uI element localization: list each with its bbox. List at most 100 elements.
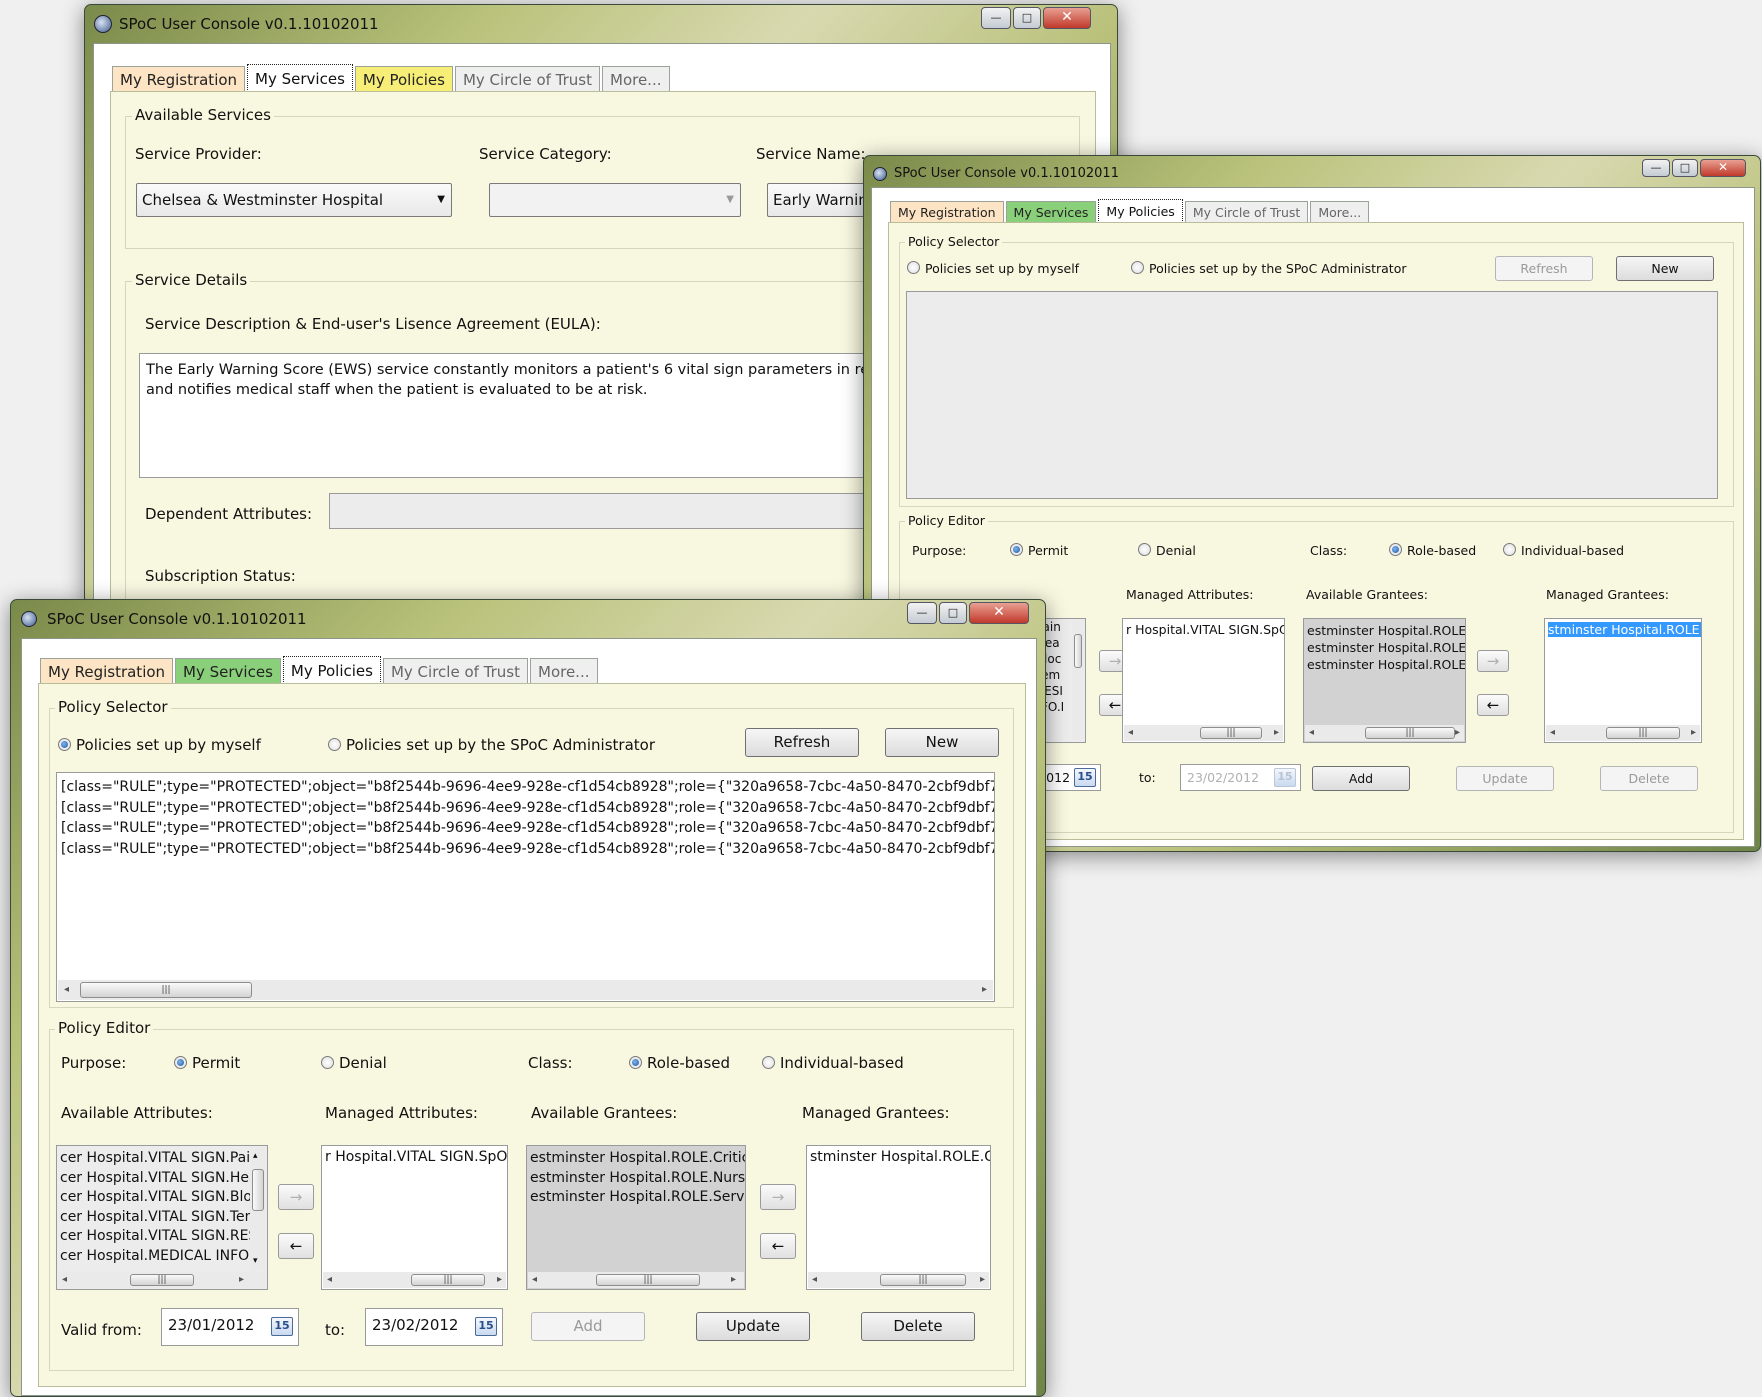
available-attributes-list[interactable]: cer Hospital.VITAL SIGN.Pain cer Hospita… bbox=[56, 1145, 268, 1290]
calendar-icon[interactable]: 15 bbox=[271, 1317, 293, 1336]
scroll-thumb[interactable]: ||| bbox=[80, 982, 252, 998]
list-item[interactable]: cer Hospital.VITAL SIGN.Pain bbox=[60, 1149, 264, 1169]
valid-to-date-field[interactable]: 23/02/2012 15 bbox=[1180, 764, 1301, 791]
remove-attribute-arrow-button[interactable]: ← bbox=[278, 1233, 314, 1259]
available-grantees-list[interactable]: estminster Hospital.ROLE.Critical estmin… bbox=[526, 1145, 746, 1290]
scroll-thumb[interactable]: ||| bbox=[411, 1274, 485, 1286]
scrollbar[interactable]: ◂ ||| ▸ bbox=[58, 980, 993, 1000]
radio-policies-admin[interactable]: Policies set up by the SPoC Administrato… bbox=[1131, 261, 1407, 276]
scroll-right-icon[interactable]: ▸ bbox=[1274, 725, 1279, 741]
scroll-right-icon[interactable]: ▸ bbox=[497, 1272, 502, 1288]
scroll-thumb[interactable]: ||| bbox=[130, 1274, 194, 1286]
add-grantee-arrow-button[interactable]: → bbox=[760, 1184, 796, 1210]
tab-my-policies[interactable]: My Policies bbox=[354, 66, 453, 92]
policy-row[interactable]: [class="RULE";type="PROTECTED";object="b… bbox=[61, 818, 994, 839]
list-item[interactable]: r Hospital.VITAL SIGN.SpO2 bbox=[325, 1149, 507, 1165]
service-provider-dropdown[interactable]: Chelsea & Westminster Hospital ▼ bbox=[136, 183, 452, 217]
scroll-right-icon[interactable]: ▸ bbox=[1691, 725, 1696, 741]
radio-policies-myself[interactable]: Policies set up by myself bbox=[907, 261, 1079, 276]
scroll-right-icon[interactable]: ▸ bbox=[1455, 725, 1460, 741]
refresh-button[interactable]: Refresh bbox=[745, 728, 859, 757]
policy-row[interactable]: [class="RULE";type="PROTECTED";object="b… bbox=[61, 777, 994, 798]
list-item[interactable]: estminster Hospital.ROLE.Critical bbox=[530, 1149, 745, 1169]
maximize-button[interactable]: □ bbox=[1672, 159, 1698, 177]
scrollbar[interactable]: ◂ ||| ▸ bbox=[1124, 725, 1283, 741]
maximize-button[interactable]: □ bbox=[1013, 7, 1041, 29]
tab-my-policies[interactable]: My Policies bbox=[282, 656, 381, 684]
tab-my-registration[interactable]: My Registration bbox=[40, 658, 174, 684]
add-grantee-arrow-button[interactable]: → bbox=[1477, 650, 1509, 672]
radio-individual-based[interactable]: Individual-based bbox=[762, 1054, 904, 1072]
close-button[interactable]: ✕ bbox=[1700, 159, 1746, 177]
scroll-left-icon[interactable]: ◂ bbox=[532, 1272, 537, 1288]
close-button[interactable]: ✕ bbox=[1043, 7, 1091, 29]
scroll-left-icon[interactable]: ◂ bbox=[62, 1272, 67, 1288]
service-category-dropdown[interactable]: ▼ bbox=[489, 183, 741, 217]
radio-policies-admin[interactable]: Policies set up by the SPoC Administrato… bbox=[328, 736, 655, 754]
scrollbar[interactable]: ◂ ||| ▸ bbox=[323, 1272, 506, 1288]
radio-permit[interactable]: Permit bbox=[174, 1054, 240, 1072]
tab-more[interactable]: More... bbox=[530, 658, 598, 684]
scrollbar[interactable] bbox=[1072, 620, 1084, 740]
scroll-thumb[interactable]: ||| bbox=[1606, 727, 1680, 739]
scrollbar[interactable]: ◂ ||| ▸ bbox=[808, 1272, 989, 1288]
refresh-button[interactable]: Refresh bbox=[1495, 256, 1593, 281]
radio-permit[interactable]: Permit bbox=[1010, 543, 1068, 558]
add-attribute-arrow-button[interactable]: → bbox=[278, 1184, 314, 1210]
list-item[interactable]: stminster Hospital.ROLE.GP bbox=[810, 1149, 990, 1165]
scrollbar[interactable]: ▴ ▾ bbox=[250, 1147, 266, 1271]
managed-attributes-list[interactable]: r Hospital.VITAL SIGN.SpO2 ◂ ||| ▸ bbox=[1122, 618, 1285, 743]
calendar-icon[interactable]: 15 bbox=[1274, 768, 1296, 787]
new-button[interactable]: New bbox=[1616, 256, 1714, 281]
scroll-thumb[interactable]: ||| bbox=[880, 1274, 966, 1286]
scroll-thumb[interactable]: ||| bbox=[596, 1274, 700, 1286]
available-grantees-list[interactable]: estminster Hospital.ROLE.Critical estmin… bbox=[1303, 618, 1466, 743]
scroll-left-icon[interactable]: ◂ bbox=[327, 1272, 332, 1288]
scroll-left-icon[interactable]: ◂ bbox=[1309, 725, 1314, 741]
scroll-down-icon[interactable]: ▾ bbox=[253, 1252, 258, 1272]
tab-my-registration[interactable]: My Registration bbox=[890, 201, 1004, 223]
policy-row[interactable]: [class="RULE";type="PROTECTED";object="b… bbox=[61, 798, 994, 819]
scroll-thumb[interactable] bbox=[252, 1169, 264, 1211]
update-button[interactable]: Update bbox=[1456, 766, 1554, 791]
scrollbar[interactable]: ◂ ||| ▸ bbox=[528, 1272, 744, 1288]
list-item[interactable]: estminster Hospital.ROLE.Service bbox=[1307, 656, 1465, 673]
tab-more[interactable]: More... bbox=[1310, 201, 1370, 223]
scroll-left-icon[interactable]: ◂ bbox=[1128, 725, 1133, 741]
calendar-icon[interactable]: 15 bbox=[1074, 768, 1096, 787]
list-item-selected[interactable]: stminster Hospital.ROLE.GP bbox=[1548, 622, 1701, 637]
update-button[interactable]: Update bbox=[696, 1312, 810, 1341]
tab-my-policies[interactable]: My Policies bbox=[1098, 199, 1183, 223]
scroll-right-icon[interactable]: ▸ bbox=[982, 980, 987, 1000]
list-item[interactable]: cer Hospital.VITAL SIGN.Tem bbox=[60, 1208, 264, 1228]
scroll-thumb[interactable]: ||| bbox=[1200, 727, 1262, 739]
scroll-right-icon[interactable]: ▸ bbox=[980, 1272, 985, 1288]
list-item[interactable]: cer Hospital.VITAL SIGN.Hea bbox=[60, 1169, 264, 1189]
scroll-thumb[interactable] bbox=[1074, 634, 1082, 668]
tab-my-circle-of-trust[interactable]: My Circle of Trust bbox=[454, 66, 600, 92]
scroll-up-icon[interactable]: ▴ bbox=[253, 1147, 258, 1167]
valid-to-date-field[interactable]: 23/02/2012 15 bbox=[365, 1308, 503, 1346]
scroll-right-icon[interactable]: ▸ bbox=[239, 1272, 244, 1288]
title-bar[interactable]: SPoC User Console v0.1.10102011 — □ ✕ bbox=[85, 5, 1117, 43]
tab-my-services[interactable]: My Services bbox=[247, 64, 353, 92]
delete-button[interactable]: Delete bbox=[861, 1312, 975, 1341]
radio-role-based[interactable]: Role-based bbox=[629, 1054, 730, 1072]
managed-grantees-list[interactable]: stminster Hospital.ROLE.GP ◂ ||| ▸ bbox=[1544, 618, 1702, 743]
new-button[interactable]: New bbox=[885, 728, 999, 757]
maximize-button[interactable]: □ bbox=[939, 602, 967, 624]
scroll-thumb[interactable]: ||| bbox=[1365, 727, 1455, 739]
scroll-right-icon[interactable]: ▸ bbox=[731, 1272, 736, 1288]
list-item[interactable]: cer Hospital.VITAL SIGN.Bloc bbox=[60, 1188, 264, 1208]
close-button[interactable]: ✕ bbox=[969, 602, 1029, 624]
list-item[interactable]: r Hospital.VITAL SIGN.SpO2 bbox=[1126, 622, 1284, 637]
scrollbar[interactable]: ◂ ||| ▸ bbox=[1546, 725, 1700, 741]
list-item[interactable]: estminster Hospital.ROLE.Service bbox=[530, 1188, 745, 1208]
minimize-button[interactable]: — bbox=[1642, 159, 1670, 177]
tab-more[interactable]: More... bbox=[602, 66, 670, 92]
radio-role-based[interactable]: Role-based bbox=[1389, 543, 1476, 558]
policy-row[interactable]: [class="RULE";type="PROTECTED";object="b… bbox=[61, 839, 994, 860]
list-item[interactable]: cer Hospital.VITAL SIGN.RESI bbox=[60, 1227, 264, 1247]
delete-button[interactable]: Delete bbox=[1600, 766, 1698, 791]
scroll-left-icon[interactable]: ◂ bbox=[64, 980, 69, 1000]
